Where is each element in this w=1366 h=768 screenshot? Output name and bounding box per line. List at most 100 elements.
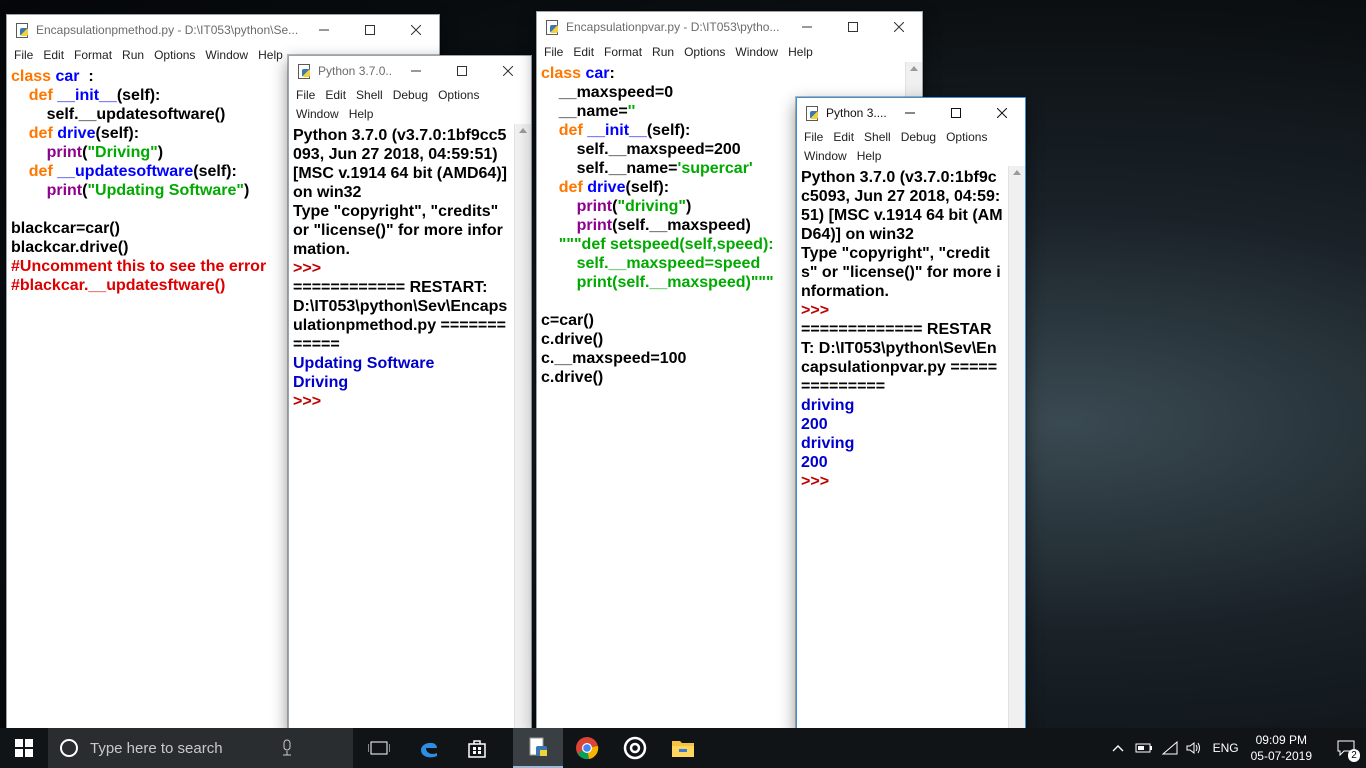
code-token: "driving" [617,198,686,215]
menu-item-help[interactable]: Help [785,45,820,59]
menu-item-window[interactable]: Window [293,105,346,124]
shell-output[interactable]: Python 3.7.0 (v3.7.0:1bf9cc5093, Jun 27 … [293,126,508,411]
menu-item-window[interactable]: Window [732,45,785,59]
clock[interactable]: 09:09 PM 05-07-2019 [1251,732,1312,764]
start-button[interactable] [0,728,48,768]
menu-item-edit[interactable]: Edit [40,48,71,62]
notification-badge: 2 [1348,749,1360,762]
minimize-button[interactable] [887,98,933,128]
minimize-button[interactable] [393,56,439,86]
menu-item-format[interactable]: Format [601,45,649,59]
menu-item-window[interactable]: Window [202,48,255,62]
search-box[interactable]: Type here to search [48,728,353,768]
shell-output-line: ============ RESTART: D:\IT053\python\Se… [293,279,508,353]
title-bar[interactable]: Python 3.7.0... [289,56,531,86]
python-shell-icon [297,64,311,79]
code-token: def [28,125,58,142]
close-button[interactable] [876,12,922,42]
close-button[interactable] [393,15,439,45]
shell-output-line: 200 [801,454,828,471]
code-token: def [28,163,58,180]
task-view-button[interactable] [353,728,405,768]
code-token: ) [243,182,250,199]
menu-item-window[interactable]: Window [801,147,854,166]
menu-item-run[interactable]: Run [119,48,151,62]
microphone-icon[interactable] [281,739,293,757]
shell-output-line: Type "copyright", "credits" or "license(… [293,203,503,258]
clock-date: 05-07-2019 [1250,749,1312,763]
language-indicator[interactable]: ENG [1213,741,1239,755]
shell-output-line: Driving [293,374,349,391]
menu-item-shell[interactable]: Shell [353,86,390,105]
menu-item-debug[interactable]: Debug [898,128,943,147]
menu-item-help[interactable]: Help [255,48,290,62]
edge-button[interactable] [405,728,453,768]
vertical-scrollbar[interactable] [514,124,531,731]
menu-item-format[interactable]: Format [71,48,119,62]
menu-item-run[interactable]: Run [649,45,681,59]
file-explorer-taskbar-button[interactable] [659,728,707,768]
vertical-scrollbar[interactable] [1008,166,1025,731]
code-token: car [585,65,610,82]
scroll-up-icon[interactable] [910,66,918,71]
menu-item-help[interactable]: Help [346,105,381,124]
settings-taskbar-button[interactable] [611,728,659,768]
minimize-button[interactable] [301,15,347,45]
volume-icon[interactable] [1185,741,1203,755]
title-bar[interactable]: Python 3.... [797,98,1025,128]
shell-output-line: driving [801,397,855,414]
scroll-up-icon[interactable] [519,128,527,133]
shell-output-line: Python 3.7.0 (v3.7.0:1bf9cc5093, Jun 27 … [293,127,512,201]
code-token: 'supercar' [677,160,753,177]
title-bar[interactable]: Encapsulationpvar.py - D:\IT053\pytho... [537,12,922,42]
maximize-button[interactable] [933,98,979,128]
maximize-button[interactable] [347,15,393,45]
code-token: "Updating Software" [87,182,244,199]
close-button[interactable] [979,98,1025,128]
chrome-taskbar-button[interactable] [563,728,611,768]
menu-item-options[interactable]: Options [943,128,994,147]
chevron-up-icon[interactable] [1111,743,1125,753]
shell-window-2[interactable]: Python 3.... File Edit Shell Debug Options Wi… [796,97,1026,732]
shell-output[interactable]: Python 3.7.0 (v3.7.0:1bf9cc5093, Jun 27 … [801,168,1003,491]
menu-item-file[interactable]: File [293,86,322,105]
shell-output-line: Type "copyright", "credits" or "license(… [801,245,1001,300]
menu-item-shell[interactable]: Shell [861,128,898,147]
menu-item-edit[interactable]: Edit [570,45,601,59]
title-bar[interactable]: Encapsulationpmethod.py - D:\IT053\pytho… [7,15,439,45]
shell-output-line: ============= RESTART: D:\IT053\python\S… [801,321,998,395]
code-token: print [576,198,613,215]
menu-item-help[interactable]: Help [854,147,889,166]
menu-item-file[interactable]: File [11,48,40,62]
shell-window-1[interactable]: Python 3.7.0... File Edit Shell Debug Option… [288,55,532,732]
battery-icon[interactable] [1135,742,1153,754]
wifi-icon[interactable] [1161,741,1179,755]
minimize-button[interactable] [784,12,830,42]
close-button[interactable] [485,56,531,86]
action-center-button[interactable]: 2 [1326,728,1366,768]
shell-prompt: >>> [801,473,834,490]
menu-item-edit[interactable]: Edit [830,128,861,147]
store-button[interactable] [453,728,501,768]
menu-item-options[interactable]: Options [435,86,486,105]
python-idle-taskbar-button[interactable] [513,728,563,768]
scroll-up-icon[interactable] [1013,170,1021,175]
menu-item-options[interactable]: Options [151,48,202,62]
code-token: '' [627,103,636,120]
menu-item-options[interactable]: Options [681,45,732,59]
code-token: (self): [646,122,691,139]
shell-output-line: driving [801,435,855,452]
menu-item-debug[interactable]: Debug [390,86,435,105]
menu-item-file[interactable]: File [801,128,830,147]
maximize-button[interactable] [830,12,876,42]
menu-item-edit[interactable]: Edit [322,86,353,105]
menu-item-file[interactable]: File [541,45,570,59]
code-token: drive [57,125,96,142]
maximize-button[interactable] [439,56,485,86]
